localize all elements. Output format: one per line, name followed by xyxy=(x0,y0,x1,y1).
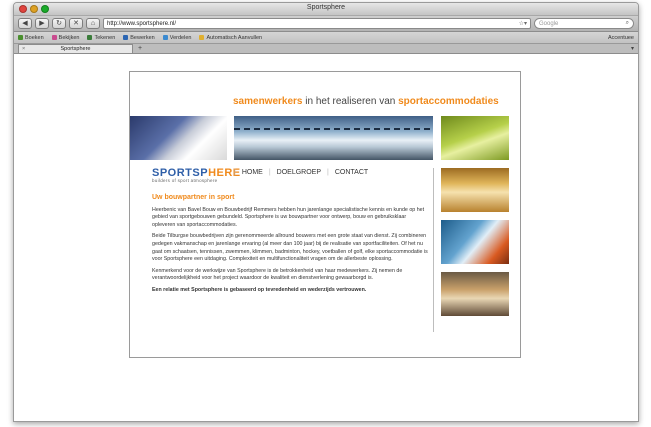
page-viewport: samenwerkers in het realiseren van sport… xyxy=(14,66,638,421)
bookmark-star-icon[interactable]: ☆▾ xyxy=(519,20,527,27)
content-paragraph: Kenmerkend voor de werkwijze van Sportsp… xyxy=(152,267,403,282)
title-bar: Sportsphere xyxy=(14,3,638,16)
tagline-part3: sportaccommodaties xyxy=(398,96,499,107)
tab-label: Sportsphere xyxy=(60,46,91,52)
search-placeholder: Google xyxy=(539,20,559,27)
bookmark-icon xyxy=(87,35,93,40)
bookmark-icon xyxy=(123,35,129,40)
nav-contact-link[interactable]: CONTACT xyxy=(335,169,368,176)
bookmark-item[interactable]: Tekenen xyxy=(87,35,115,41)
site-logo[interactable]: SPORTSPHERE builders of sport atmosphere xyxy=(152,167,241,183)
bookmark-item[interactable]: Bewerken xyxy=(123,35,155,41)
forward-button[interactable]: ▶ xyxy=(35,18,49,29)
side-photo-stand xyxy=(441,220,509,264)
navigation-toolbar: ◀ ▶ ↻ ✕ ⌂ http://www.sportsphere.nl/ ☆▾ … xyxy=(14,16,638,32)
stop-button[interactable]: ✕ xyxy=(69,18,83,29)
main-content: Uw bouwpartner in sport Heerbenic van Ba… xyxy=(152,194,430,299)
header-photo-building xyxy=(130,116,227,160)
content-heading: Uw bouwpartner in sport xyxy=(152,194,235,201)
bookmark-icon xyxy=(18,35,23,40)
side-photo-interior xyxy=(441,272,509,316)
nav-separator: | xyxy=(234,169,236,176)
back-button[interactable]: ◀ xyxy=(18,18,32,29)
tab-list-arrow-icon[interactable]: ▾ xyxy=(631,45,634,52)
bookmark-item-right[interactable]: Accentuee xyxy=(608,35,634,41)
bookmark-item[interactable]: Bekijken xyxy=(51,35,79,41)
tagline-part2: in het realiseren van xyxy=(305,96,396,107)
content-paragraph: Heerbenic van Bavel Bouw en Bouwbedrijf … xyxy=(152,206,425,228)
browser-window: Sportsphere ◀ ▶ ↻ ✕ ⌂ http://www.sportsp… xyxy=(13,2,639,422)
bookmark-icon xyxy=(51,35,57,40)
nav-home-link[interactable]: HOME xyxy=(242,169,263,176)
reload-button[interactable]: ↻ xyxy=(52,18,66,29)
side-photo-green-hall xyxy=(441,116,509,160)
bookmark-item[interactable]: Boeken xyxy=(18,35,44,41)
site-nav: | HOME | DOELGROEP | CONTACT xyxy=(234,169,368,176)
site-tagline: samenwerkers in het realiseren van sport… xyxy=(233,96,499,107)
bookmark-icon xyxy=(162,35,168,40)
search-input[interactable]: Google ⌕ xyxy=(534,18,634,29)
window-title: Sportsphere xyxy=(306,4,346,11)
nav-doelgroep-link[interactable]: DOELGROEP xyxy=(277,169,321,176)
bookmark-icon xyxy=(199,35,205,40)
new-tab-button[interactable]: + xyxy=(135,44,145,53)
tab-sportsphere[interactable]: × Sportsphere xyxy=(18,44,133,53)
bookmarks-bar: Boeken Bekijken Tekenen Bewerken Verdele… xyxy=(14,32,638,44)
tagline-part1: samenwerkers xyxy=(233,96,303,107)
bookmark-item[interactable]: Verdelen xyxy=(162,35,191,41)
header-photo-stadium xyxy=(234,116,433,160)
sportsphere-site: samenwerkers in het realiseren van sport… xyxy=(129,71,521,358)
nav-separator: | xyxy=(268,169,271,176)
search-icon[interactable]: ⌕ xyxy=(626,20,629,27)
side-photo-sports-hall xyxy=(441,168,509,212)
nav-separator: | xyxy=(327,169,329,176)
home-button[interactable]: ⌂ xyxy=(86,18,100,29)
content-divider xyxy=(433,168,434,332)
bookmark-item[interactable]: Automatisch Aanvullen xyxy=(199,35,262,41)
url-text: http://www.sportsphere.nl/ xyxy=(107,20,177,27)
close-tab-icon[interactable]: × xyxy=(22,45,25,53)
tab-strip: × Sportsphere + ▾ xyxy=(14,44,638,54)
closing-statement: Een relatie met Sportsphere is gebaseerd… xyxy=(152,286,367,293)
content-paragraph: Beide Tilburgse bouwbedrijven zijn geren… xyxy=(152,233,428,263)
address-bar[interactable]: http://www.sportsphere.nl/ ☆▾ xyxy=(103,18,531,29)
